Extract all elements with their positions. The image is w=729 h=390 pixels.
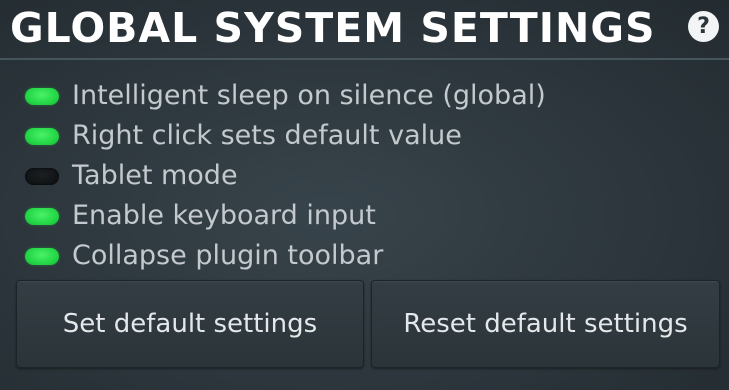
toggle-led-icon[interactable]: [25, 167, 59, 185]
toggle-led-icon[interactable]: [25, 87, 59, 105]
header-divider: [0, 58, 729, 60]
option-collapse-toolbar[interactable]: Collapse plugin toolbar: [25, 236, 546, 276]
option-keyboard-input[interactable]: Enable keyboard input: [25, 196, 546, 236]
option-label: Intelligent sleep on silence (global): [72, 80, 546, 111]
option-label: Right click sets default value: [72, 120, 462, 151]
option-label: Enable keyboard input: [72, 200, 376, 231]
help-icon[interactable]: ?: [688, 11, 719, 42]
set-default-settings-button[interactable]: Set default settings: [16, 280, 364, 368]
page-title: GLOBAL SYSTEM SETTINGS: [10, 4, 656, 52]
global-system-settings-panel: GLOBAL SYSTEM SETTINGS ? Intelligent sle…: [0, 0, 729, 390]
toggle-led-icon[interactable]: [25, 247, 59, 265]
options-list: Intelligent sleep on silence (global) Ri…: [25, 76, 546, 276]
option-label: Tablet mode: [72, 160, 238, 191]
option-tablet-mode[interactable]: Tablet mode: [25, 156, 546, 196]
option-right-click-default[interactable]: Right click sets default value: [25, 116, 546, 156]
toggle-led-icon[interactable]: [25, 127, 59, 145]
toggle-led-icon[interactable]: [25, 207, 59, 225]
reset-default-settings-button[interactable]: Reset default settings: [371, 280, 720, 368]
option-intelligent-sleep[interactable]: Intelligent sleep on silence (global): [25, 76, 546, 116]
option-label: Collapse plugin toolbar: [72, 240, 384, 271]
